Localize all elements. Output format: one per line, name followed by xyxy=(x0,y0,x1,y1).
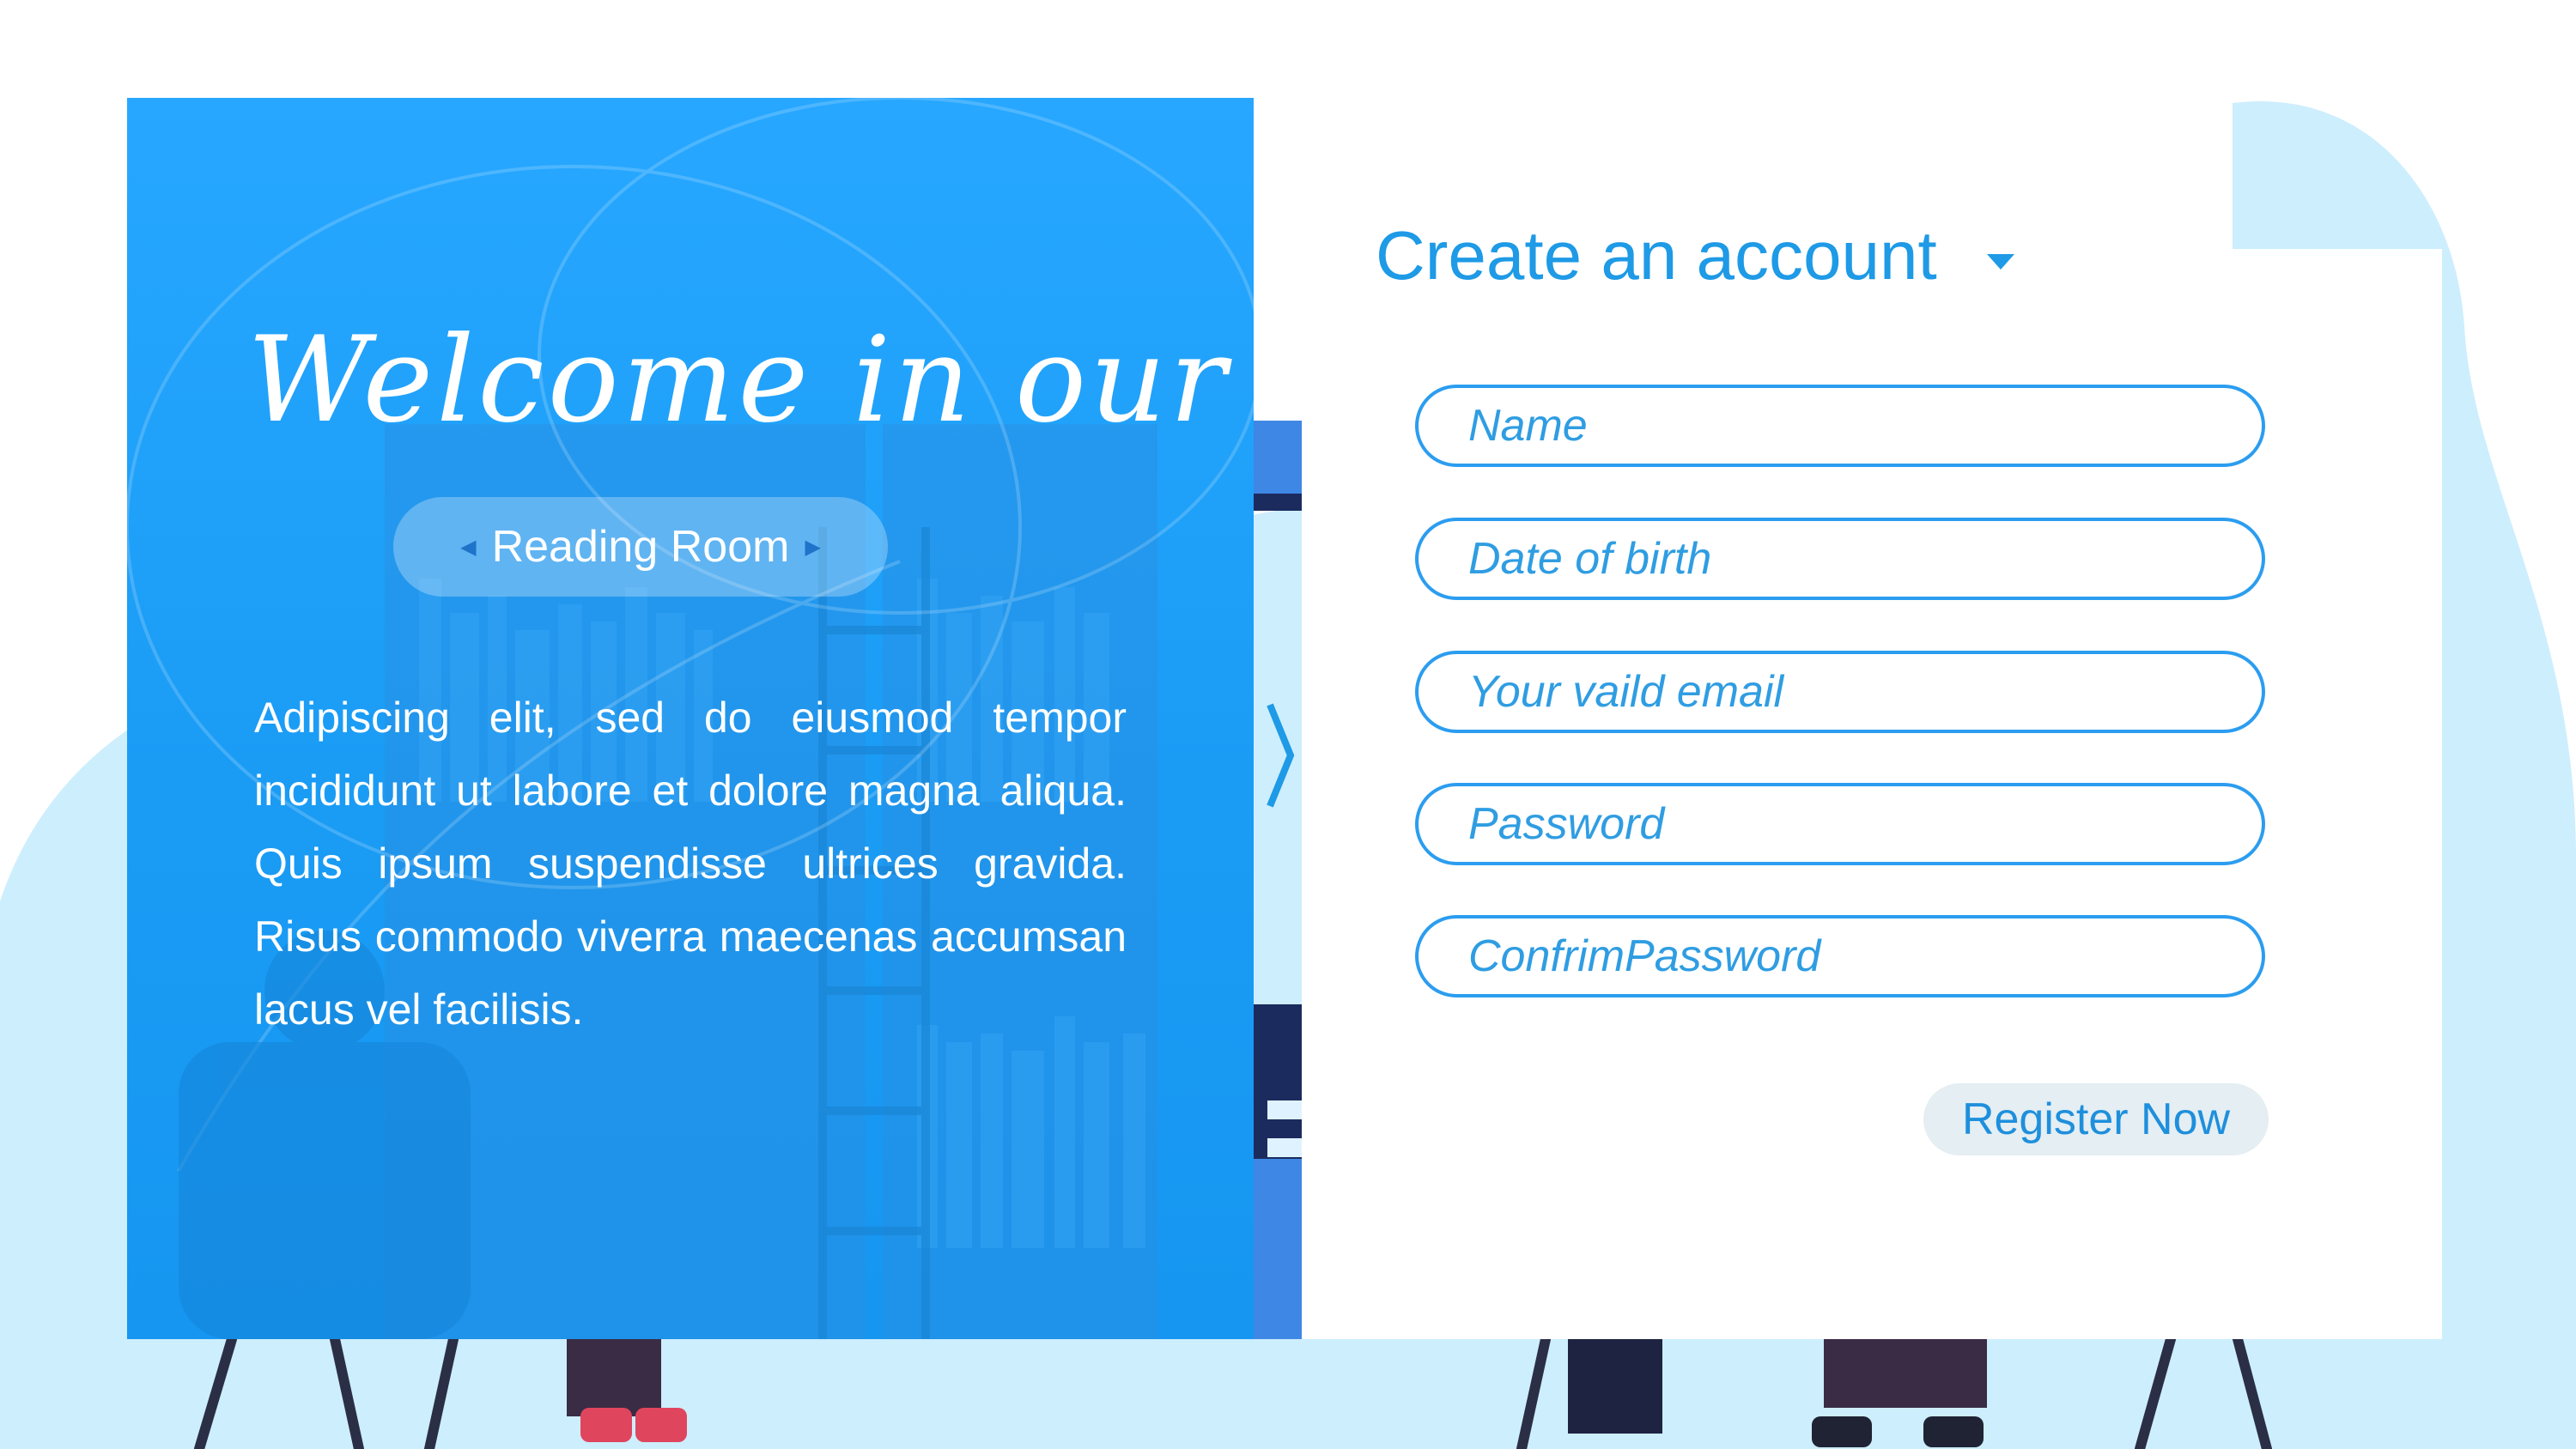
password-field[interactable] xyxy=(1415,783,2265,865)
name-field[interactable] xyxy=(1415,385,2265,467)
dob-input[interactable] xyxy=(1419,521,2262,597)
chevron-right-icon xyxy=(1267,703,1295,808)
caret-down-icon xyxy=(1986,254,2014,270)
password-input[interactable] xyxy=(1419,786,2262,862)
welcome-panel: Welcome in our ◀ Reading Room ▶ Adipisci… xyxy=(127,98,1254,1339)
confirm-password-input[interactable] xyxy=(1419,919,2262,994)
triangle-right-icon: ▶ xyxy=(805,535,821,559)
reading-room-pill[interactable]: ◀ Reading Room ▶ xyxy=(393,497,888,597)
next-button[interactable] xyxy=(1259,700,1302,811)
email-input[interactable] xyxy=(1419,654,2262,730)
triangle-left-icon: ◀ xyxy=(460,535,477,559)
form-title: Create an account xyxy=(1376,217,1937,294)
welcome-title: Welcome in our xyxy=(247,311,1230,449)
confirm-password-field[interactable] xyxy=(1415,915,2265,997)
reading-room-label: Reading Room xyxy=(491,522,790,572)
email-field[interactable] xyxy=(1415,651,2265,733)
name-input[interactable] xyxy=(1419,388,2262,464)
dob-field[interactable] xyxy=(1415,518,2265,600)
register-button[interactable]: Register Now xyxy=(1923,1083,2269,1155)
welcome-description: Adipiscing elit, sed do eiusmod tempor i… xyxy=(254,694,1127,1034)
form-heading[interactable]: Create an account xyxy=(1376,216,2014,295)
